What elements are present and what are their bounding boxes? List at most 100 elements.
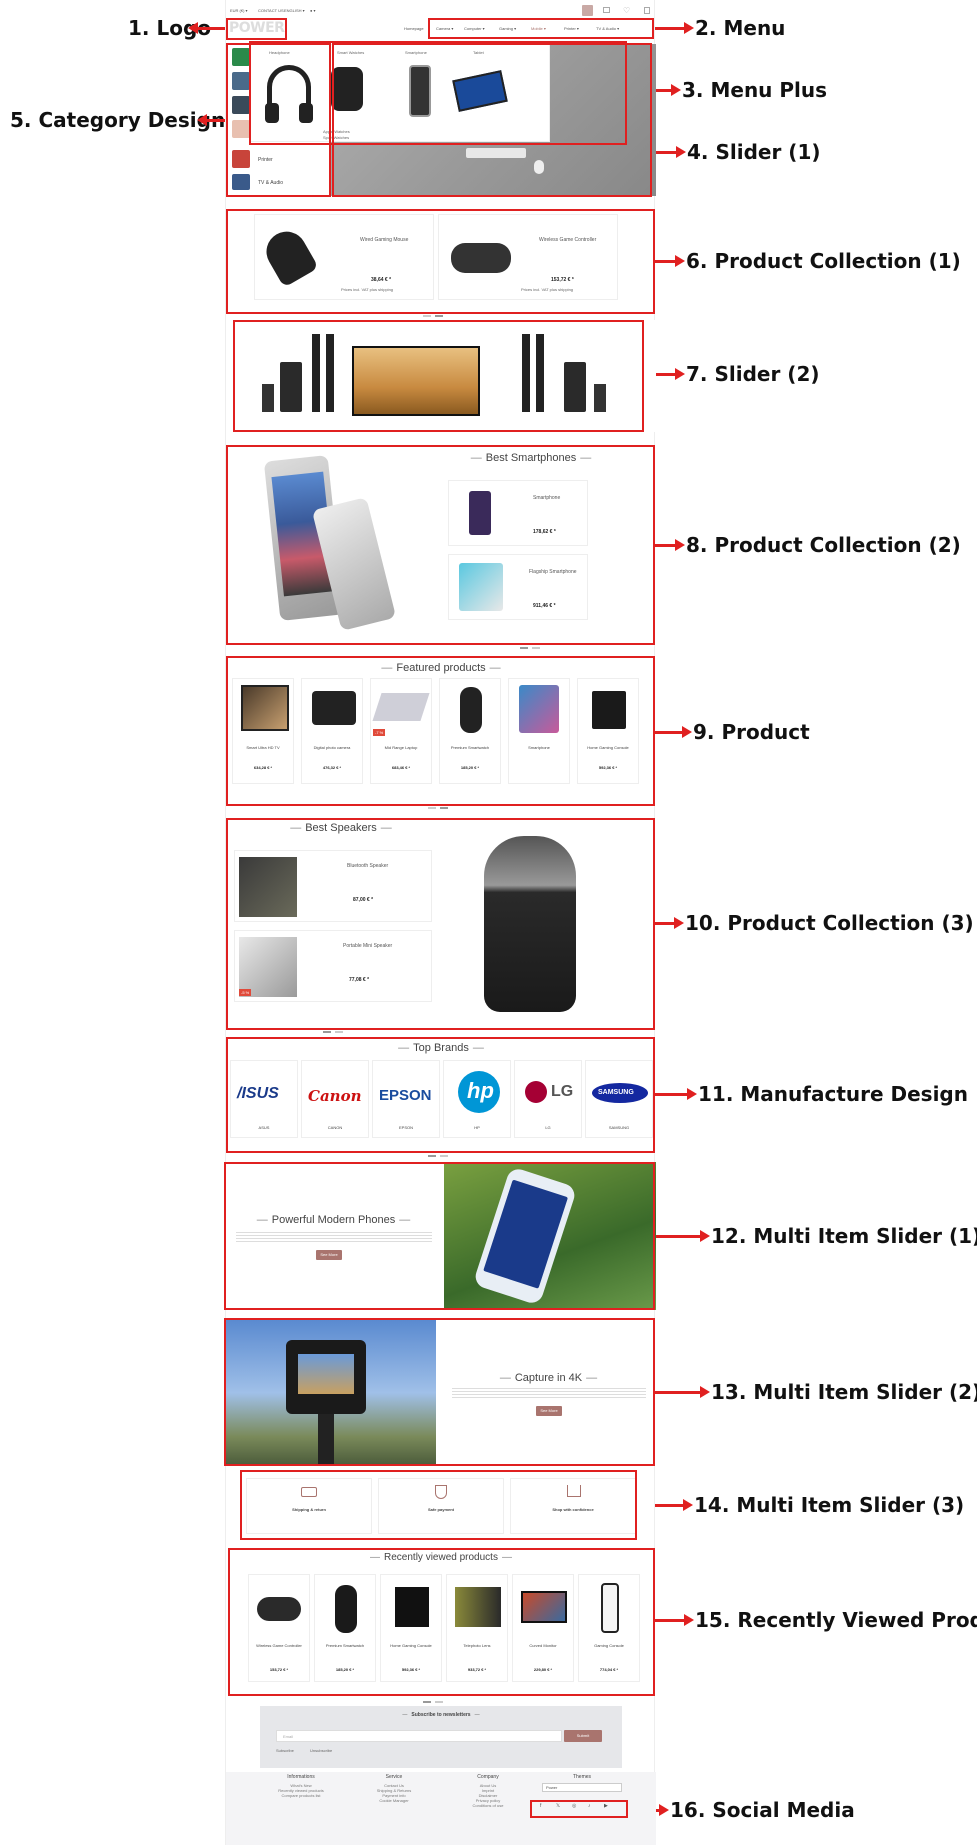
menu-plus-link-sport-watches[interactable]: Sport Watches (323, 135, 349, 140)
featured-name-camera[interactable]: Digital photo camera (302, 745, 362, 750)
featured-name-smartwatch[interactable]: Premium Smartwatch (440, 745, 500, 750)
recent-card-lens[interactable]: Telephoto Lens 933,72 € * (446, 1574, 508, 1682)
collection2-card-flagship[interactable]: Flagship Smartphone 911,46 € * (448, 554, 588, 620)
collection2-name-flagship[interactable]: Flagship Smartphone (529, 569, 577, 575)
usp-card-shipping[interactable]: Shipping & return (246, 1478, 372, 1534)
menu-item-printer[interactable]: Printer ▾ (564, 26, 579, 31)
category-icon-camera[interactable] (232, 48, 250, 66)
contact-link[interactable]: CONTACT US (258, 8, 284, 13)
language-switcher[interactable]: ENGLISH ▾ (284, 8, 305, 13)
brand-card-hp[interactable]: hp HP (443, 1060, 511, 1138)
tiktok-icon[interactable]: ♪ (588, 1803, 591, 1809)
instagram-icon[interactable]: ◎ (572, 1803, 576, 1809)
featured-card-console[interactable]: Home Gaming Console 592,36 € * (577, 678, 639, 784)
brand-card-canon[interactable]: Canon CANON (301, 1060, 369, 1138)
menu-item-computer[interactable]: Computer ▾ (464, 26, 485, 31)
newsletter-submit-button[interactable]: Submit (564, 1730, 602, 1742)
featured-card-smartwatch[interactable]: Premium Smartwatch 185,20 € * (439, 678, 501, 784)
recent-card-controller[interactable]: Wireless Game Controller 153,72 € * (248, 1574, 310, 1682)
collection1-name-mouse[interactable]: Wired Gaming Mouse (360, 237, 408, 243)
category-icon-mobile[interactable] (232, 120, 250, 138)
category-icon-console[interactable] (232, 96, 250, 114)
speakers-card-bluetooth[interactable]: Bluetooth Speaker 87,00 € * (234, 850, 432, 922)
menu-plus-link-apple-watches[interactable]: Apple Watches (323, 129, 350, 134)
brand-name-hp: HP (474, 1125, 480, 1130)
collection2-pager[interactable] (518, 636, 542, 654)
featured-card-tv[interactable]: Smart Ultra HD TV 634,28 € * (232, 678, 294, 784)
compare-icon[interactable] (603, 7, 610, 13)
category-icon-printer[interactable] (232, 150, 250, 168)
theme-select[interactable]: Power (542, 1783, 622, 1792)
slider-4k-button[interactable]: See More (536, 1406, 562, 1416)
recent-name-home-console[interactable]: Home Gaming Console (381, 1643, 441, 1648)
speakers-card-mini[interactable]: -5 % Portable Mini Speaker 77,08 € * (234, 930, 432, 1002)
arrow-menu (655, 22, 694, 34)
recent-name-controller[interactable]: Wireless Game Controller (249, 1643, 309, 1648)
search-icon[interactable] (582, 5, 593, 16)
recent-card-smartwatch[interactable]: Premium Smartwatch 185,20 € * (314, 1574, 376, 1682)
wishlist-icon[interactable]: ♡ (623, 6, 630, 15)
featured-name-laptop[interactable]: Mid Range Laptop (371, 745, 431, 750)
menu-item-homepage[interactable]: Homepage (404, 26, 424, 31)
currency-switcher[interactable]: EUR (€) ▾ (230, 8, 248, 13)
menu-item-camera[interactable]: Camera ▾ (436, 26, 453, 31)
callout-multi-item-slider-2: 13. Multi Item Slider (2) (711, 1380, 977, 1404)
collection2-card-smartphone[interactable]: Smartphone 178,62 € * (448, 480, 588, 546)
menu-plus-title-smartphone[interactable]: Smartphone (405, 50, 427, 55)
menu-plus-title-headphone[interactable]: Headphone (269, 50, 290, 55)
slider-phones-button[interactable]: See More (316, 1250, 342, 1260)
youtube-icon[interactable]: ▶ (604, 1803, 608, 1809)
featured-name-smartphone[interactable]: Smartphone (509, 745, 569, 750)
footer-link-compare[interactable]: Compare products list (256, 1793, 346, 1798)
brand-card-epson[interactable]: EPSON EPSON (372, 1060, 440, 1138)
collection2-name-smartphone[interactable]: Smartphone (533, 495, 560, 501)
facebook-icon[interactable]: f (540, 1803, 541, 1809)
featured-name-console[interactable]: Home Gaming Console (578, 745, 638, 750)
recent-card-gaming-console[interactable]: Gaming Console 774,04 € * (578, 1574, 640, 1682)
collection1-card-mouse[interactable]: Wired Gaming Mouse 38,64 € * Prices incl… (254, 214, 434, 300)
footer-link-cookie[interactable]: Cookie Manager (354, 1798, 434, 1803)
menu-plus-title-tablet[interactable]: Tablet (473, 50, 484, 55)
menu-plus-title-smart-watches[interactable]: Smart Watches (337, 50, 364, 55)
subscribe-radio-label[interactable]: Subscribe (276, 1748, 294, 1753)
featured-card-laptop[interactable]: -7 % Mid Range Laptop 683,46 € * (370, 678, 432, 784)
category-label-printer[interactable]: Printer (258, 157, 273, 163)
recent-name-lens[interactable]: Telephoto Lens (447, 1643, 507, 1648)
brand-card-samsung[interactable]: SAMSUNG SAMSUNG (585, 1060, 653, 1138)
recent-card-monitor[interactable]: Curved Monitor 229,80 € * (512, 1574, 574, 1682)
usp-card-confidence[interactable]: Shop with confidence (510, 1478, 636, 1534)
logo[interactable]: POWER (229, 20, 285, 36)
featured-card-smartphone[interactable]: Smartphone (508, 678, 570, 784)
account-menu[interactable]: ● ▾ (310, 8, 316, 13)
collection1-name-controller[interactable]: Wireless Game Controller (539, 237, 596, 243)
menu-item-gaming[interactable]: Gaming ▾ (499, 26, 516, 31)
email-field-box[interactable]: Email (276, 1730, 562, 1742)
category-label-tv-audio[interactable]: TV & Audio (258, 180, 283, 186)
speakers-name-mini[interactable]: Portable Mini Speaker (343, 943, 392, 949)
featured-pager[interactable] (426, 796, 450, 814)
category-icon-tv[interactable] (232, 174, 250, 190)
category-icon-laptop[interactable] (232, 72, 250, 90)
collection1-card-controller[interactable]: Wireless Game Controller 153,72 € * Pric… (438, 214, 618, 300)
brand-card-lg[interactable]: LG LG (514, 1060, 582, 1138)
recent-card-home-console[interactable]: Home Gaming Console 592,36 € * (380, 1574, 442, 1682)
recent-name-monitor[interactable]: Curved Monitor (513, 1643, 573, 1648)
email-field[interactable]: Email (283, 1734, 293, 1739)
menu-item-tv-audio[interactable]: TV & Audio ▾ (596, 26, 619, 31)
featured-card-camera[interactable]: Digital photo camera 476,32 € * (301, 678, 363, 784)
usp-card-payment[interactable]: Safe payment (378, 1478, 504, 1534)
unsubscribe-radio-label[interactable]: Unsubscribe (310, 1748, 332, 1753)
footer-link-conditions[interactable]: Conditions of use (448, 1803, 528, 1808)
speakers-pager[interactable] (321, 1020, 345, 1038)
brand-card-asus[interactable]: /ISUS ASUS (230, 1060, 298, 1138)
recent-name-gaming-console[interactable]: Gaming Console (579, 1643, 639, 1648)
recent-name-smartwatch[interactable]: Premium Smartwatch (315, 1643, 375, 1648)
twitter-icon[interactable]: 𝕏 (556, 1803, 560, 1809)
menu-item-mobile[interactable]: Mobile ▾ (531, 26, 546, 31)
slider-2[interactable] (226, 320, 656, 432)
speakers-name-bluetooth[interactable]: Bluetooth Speaker (347, 863, 388, 869)
collection1-price-mouse: 38,64 € * (371, 277, 392, 283)
featured-name-tv[interactable]: Smart Ultra HD TV (233, 745, 293, 750)
cart-icon[interactable] (644, 7, 650, 14)
brands-pager[interactable] (426, 1144, 450, 1162)
